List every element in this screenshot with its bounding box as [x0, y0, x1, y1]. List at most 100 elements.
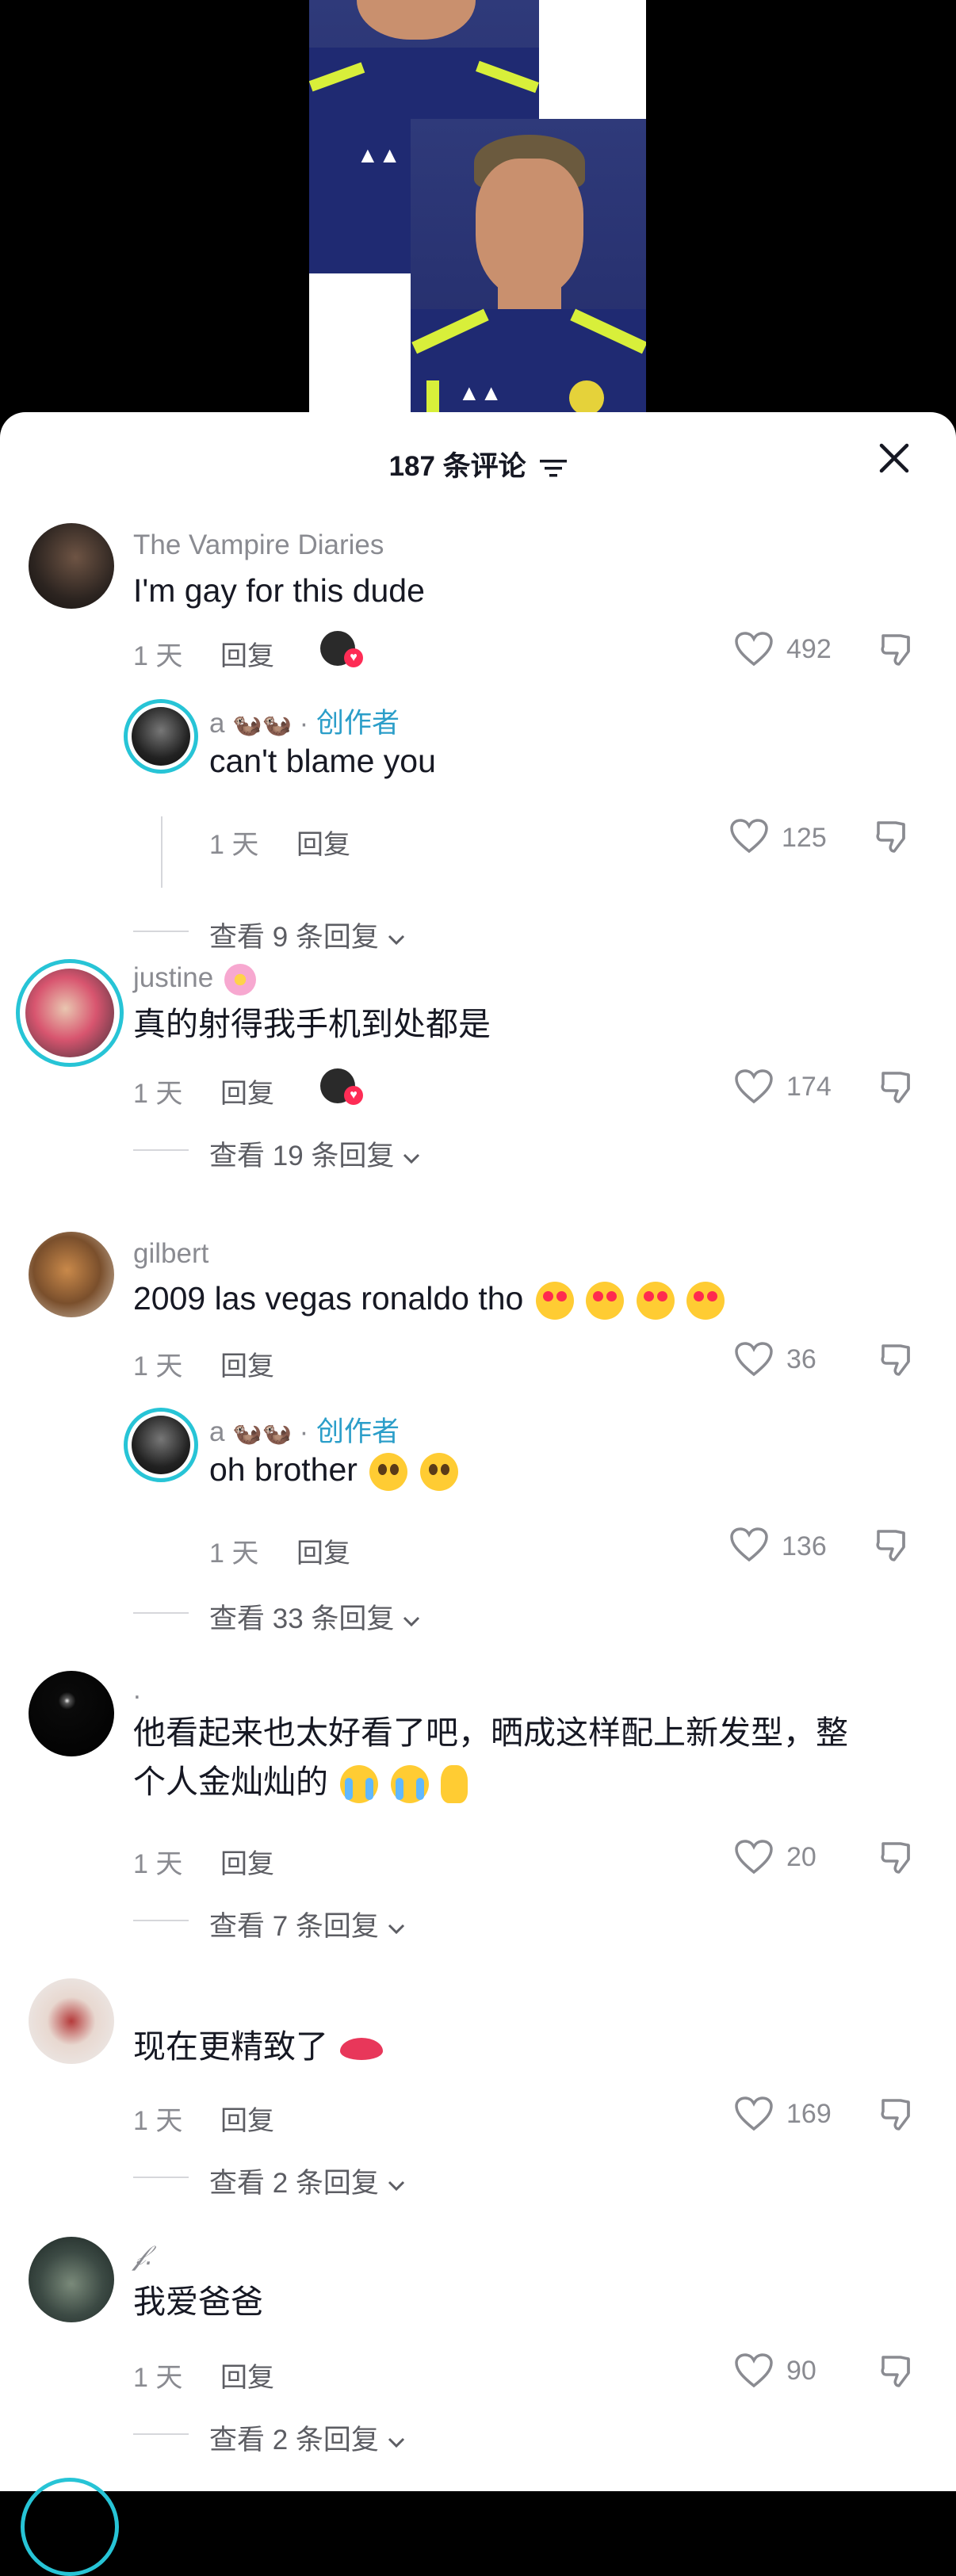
- view-replies-button[interactable]: 查看 33 条回复: [209, 1596, 421, 1637]
- comment-username[interactable]: .: [133, 1674, 141, 1706]
- cherry-blossom-emoji: [224, 963, 256, 996]
- comment-time: 1 天: [133, 1079, 183, 1109]
- heart-outline-icon[interactable]: [734, 1341, 774, 1378]
- reply-username-row[interactable]: a 🦦🦦 · 创作者: [209, 1409, 400, 1450]
- comment-text-row: 2009 las vegas ronaldo tho: [133, 1275, 725, 1322]
- view-replies-button[interactable]: 查看 9 条回复: [209, 915, 406, 955]
- heart-outline-icon[interactable]: [734, 1068, 774, 1105]
- reply-text: can't blame you: [209, 743, 436, 779]
- comment-time: 1 天: [133, 2363, 183, 2393]
- comment-text: 我爱爸爸: [133, 2284, 263, 2320]
- avatar[interactable]: [29, 1671, 114, 1756]
- thread-line: [161, 816, 163, 888]
- thumbs-down-icon[interactable]: [874, 1527, 912, 1565]
- player-photo-main: ▲▲: [411, 119, 646, 416]
- chevron-down-icon: [388, 1924, 404, 1935]
- filter-icon[interactable]: [540, 457, 568, 480]
- reply-button[interactable]: 回复: [296, 823, 350, 862]
- crossed-fingers-emoji: [441, 1765, 468, 1804]
- reply-button[interactable]: 回复: [220, 1842, 274, 1881]
- heart-eyes-emoji: [636, 1282, 675, 1320]
- chevron-down-icon: [388, 2437, 404, 2448]
- comment-time: 1 天: [133, 1351, 183, 1382]
- view-replies-button[interactable]: 查看 2 条回复: [209, 2161, 406, 2201]
- reply-username-row[interactable]: a 🦦🦦 · 创作者: [209, 701, 400, 741]
- flushed-emoji: [419, 1453, 458, 1492]
- like-count: 36: [786, 1344, 816, 1374]
- crying-emoji: [340, 1765, 379, 1804]
- thumbs-down-icon[interactable]: [878, 2096, 916, 2134]
- heart-outline-icon[interactable]: [734, 2352, 774, 2389]
- reply-button[interactable]: 回复: [220, 634, 274, 673]
- heart-outline-icon[interactable]: [734, 1839, 774, 1875]
- like-count: 169: [786, 2099, 832, 2129]
- heart-outline-icon[interactable]: [729, 1527, 769, 1563]
- reply-username: a: [209, 1416, 225, 1447]
- creator-label: 创作者: [316, 1416, 400, 1447]
- thumbs-down-icon[interactable]: [878, 1068, 916, 1106]
- heart-eyes-emoji: [686, 1282, 725, 1320]
- thumbs-down-icon[interactable]: [874, 818, 912, 856]
- flushed-emoji: [369, 1453, 408, 1492]
- avatar[interactable]: [29, 1978, 114, 2064]
- lips-emoji: [340, 2038, 384, 2061]
- comment-time: 1 天: [133, 2106, 183, 2136]
- comment-text-line2: 个人金灿灿的: [133, 1764, 328, 1800]
- comment-count-title[interactable]: 187 条评论: [0, 444, 956, 484]
- creator-label: 创作者: [316, 708, 400, 739]
- like-count: 125: [782, 823, 827, 853]
- comment-text-line1: 他看起来也太好看了吧，晒成这样配上新发型，整: [133, 1714, 848, 1751]
- comment-text-row: 现在更精致了: [133, 2023, 384, 2070]
- heart-outline-icon[interactable]: [734, 631, 774, 667]
- comment-text: I'm gay for this dude: [133, 572, 425, 609]
- chevron-down-icon: [403, 1616, 420, 1627]
- sheet-header: 187 条评论: [0, 412, 956, 491]
- view-more-line: [133, 1612, 189, 1614]
- reply-avatar[interactable]: [132, 707, 190, 766]
- comment-time: 1 天: [133, 641, 183, 671]
- view-more-line: [133, 1920, 189, 1921]
- comment-username[interactable]: 𝒻.: [133, 2240, 153, 2272]
- thumbs-down-icon[interactable]: [878, 2352, 916, 2391]
- thumbs-down-icon[interactable]: [878, 1839, 916, 1877]
- comment-username[interactable]: gilbert: [133, 1238, 208, 1270]
- comment-text: 2009 las vegas ronaldo tho: [133, 1280, 524, 1317]
- reply-button[interactable]: 回复: [220, 2099, 274, 2138]
- video-preview[interactable]: ▲▲ ▲▲: [0, 0, 956, 444]
- reply-button[interactable]: 回复: [220, 2356, 274, 2394]
- comment-username[interactable]: The Vampire Diaries: [133, 529, 384, 561]
- like-count: 174: [786, 1072, 832, 1102]
- like-count: 20: [786, 1842, 816, 1872]
- comment-text: 真的射得我手机到处都是: [133, 1006, 491, 1042]
- view-replies-button[interactable]: 查看 2 条回复: [209, 2417, 406, 2458]
- thumbs-down-icon[interactable]: [878, 631, 916, 669]
- close-icon[interactable]: [877, 441, 912, 476]
- otter-emoji: 🦦🦦: [232, 712, 292, 738]
- reply-text-row: oh brother: [209, 1446, 458, 1493]
- view-replies-button[interactable]: 查看 19 条回复: [209, 1133, 421, 1174]
- heart-eyes-emoji: [586, 1282, 625, 1320]
- video-white-patch: [309, 273, 412, 416]
- otter-emoji: 🦦🦦: [232, 1420, 292, 1447]
- view-more-line: [133, 1149, 189, 1151]
- reply-button[interactable]: 回复: [220, 1072, 274, 1110]
- comment-text-row: 个人金灿灿的: [133, 1758, 468, 1806]
- view-replies-button[interactable]: 查看 7 条回复: [209, 1904, 406, 1944]
- avatar[interactable]: [25, 969, 114, 1057]
- heart-outline-icon[interactable]: [734, 2096, 774, 2132]
- avatar[interactable]: [29, 2237, 114, 2322]
- avatar[interactable]: [29, 523, 114, 609]
- avatar[interactable]: [29, 1232, 114, 1317]
- crying-emoji: [390, 1765, 429, 1804]
- reply-text: oh brother: [209, 1451, 358, 1488]
- heart-outline-icon[interactable]: [729, 818, 769, 854]
- comment-username-row[interactable]: justine: [133, 962, 256, 996]
- creator-liked-heart-icon: ♥: [344, 1086, 363, 1105]
- video-white-patch: [539, 0, 646, 119]
- reply-button[interactable]: 回复: [296, 1531, 350, 1570]
- separator-dot: ·: [299, 708, 309, 739]
- reply-button[interactable]: 回复: [220, 1344, 274, 1383]
- creator-liked-heart-icon: ♥: [344, 648, 363, 667]
- reply-avatar[interactable]: [132, 1416, 190, 1474]
- thumbs-down-icon[interactable]: [878, 1341, 916, 1379]
